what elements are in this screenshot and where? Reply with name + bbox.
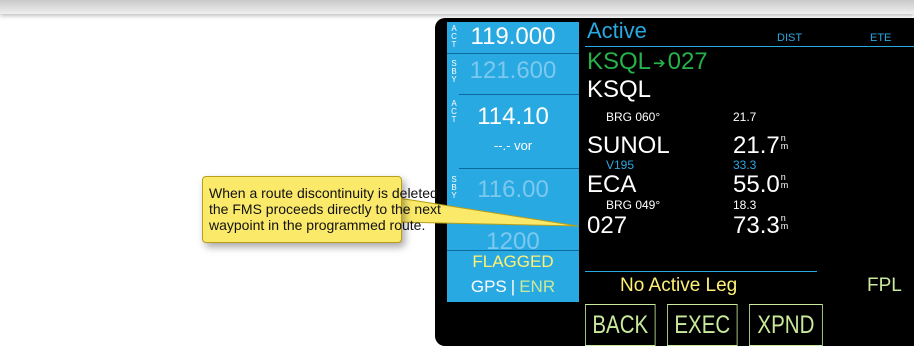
- callout-line: When a route discontinuity is deleted,: [209, 185, 442, 201]
- callout-pointer: [397, 197, 579, 227]
- callout-line: waypoint in the programmed route.: [209, 217, 426, 233]
- callout-note: When a route discontinuity is deleted, t…: [202, 176, 442, 243]
- callout-line: the FMS proceeds directly to the next: [209, 201, 441, 217]
